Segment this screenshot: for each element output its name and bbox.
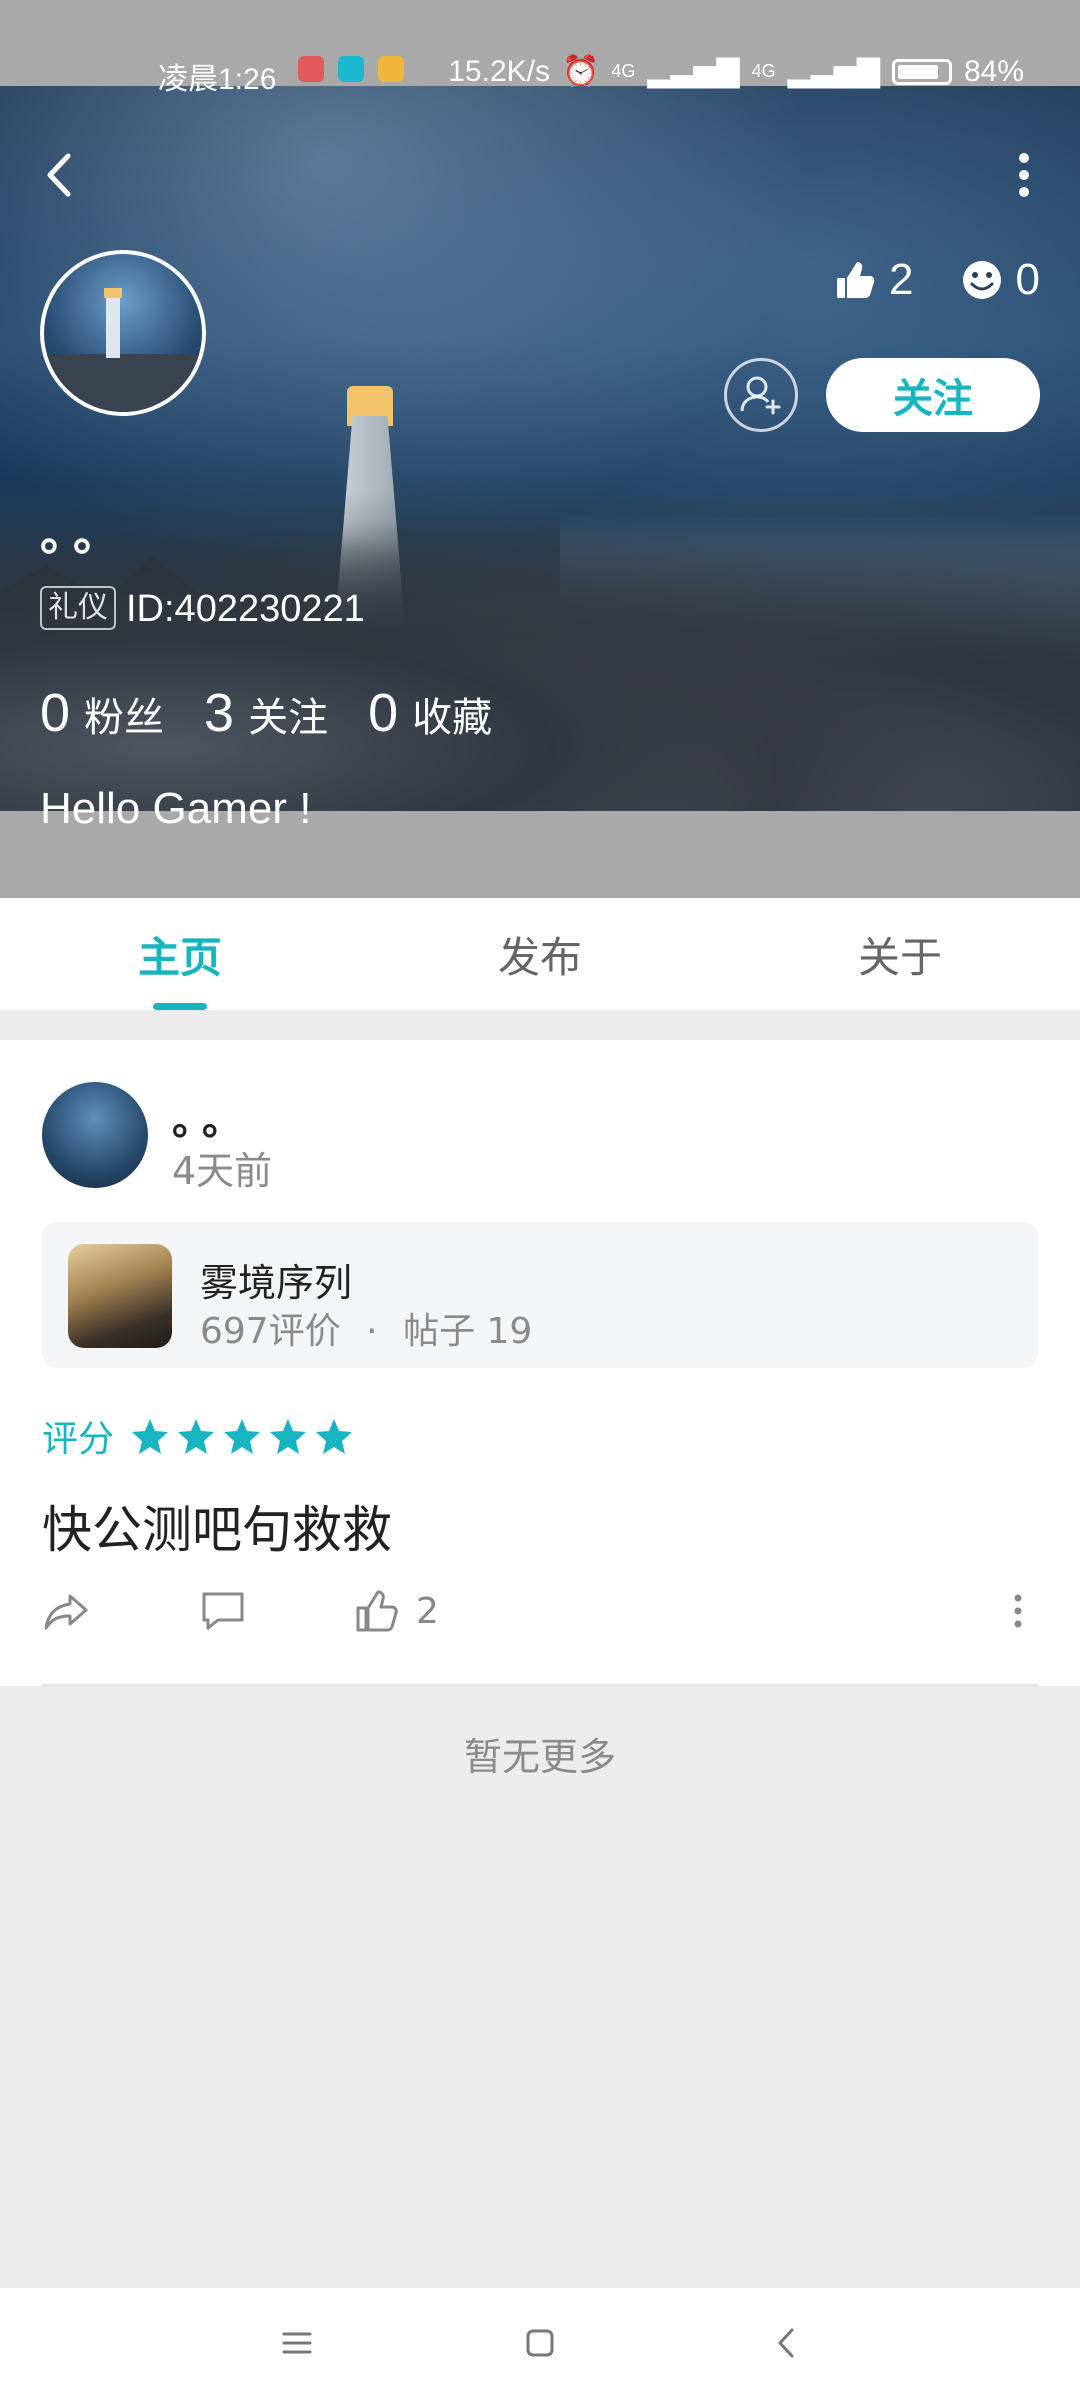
battery-icon xyxy=(891,58,952,85)
game-meta: 697评价 · 帖子 19 xyxy=(200,1302,532,1354)
more-vertical-icon xyxy=(1019,153,1029,197)
like-button[interactable]: 2 xyxy=(352,1586,439,1636)
game-posts: 帖子 19 xyxy=(403,1311,533,1352)
star-icon xyxy=(132,1419,169,1454)
meta-separator: · xyxy=(366,1311,378,1352)
star-icon xyxy=(270,1419,307,1454)
post-time: 4天前 xyxy=(172,1149,273,1193)
system-back-button[interactable] xyxy=(762,2318,812,2368)
star-icon xyxy=(316,1419,353,1454)
followers-stat[interactable]: 0 粉丝 xyxy=(40,682,164,744)
taptap-notification-icon xyxy=(338,56,364,82)
signal-label-b: 4G xyxy=(751,61,776,81)
thumbs-up-icon xyxy=(356,1590,398,1632)
rating-label: 评分 xyxy=(42,1419,115,1460)
back-button[interactable] xyxy=(36,148,86,202)
home-button[interactable] xyxy=(515,2318,565,2368)
signal-label-a: 4G xyxy=(611,61,636,81)
thumbs-up-icon xyxy=(837,262,875,298)
profile-header: 凌晨1:26 15.2K/s ⏰ 4G ▂▃▅▇ 4G ▂▃▅▇ 84% 2 0… xyxy=(0,0,1080,898)
chevron-left-icon xyxy=(778,2328,794,2358)
tab-posts[interactable]: 发布 xyxy=(360,898,720,1010)
user-id: ID:402230221 xyxy=(126,588,365,630)
alarm-icon: ⏰ xyxy=(561,55,600,88)
star-icon xyxy=(178,1419,215,1454)
battery-percent: 84% xyxy=(963,54,1024,88)
signal-icon: ▂▃▅▇ xyxy=(787,55,880,88)
tab-home[interactable]: 主页 xyxy=(0,898,360,1010)
tab-about[interactable]: 关于 xyxy=(720,898,1080,1010)
menu-button[interactable] xyxy=(272,2318,322,2368)
following-stat[interactable]: 3 关注 xyxy=(204,682,328,744)
share-icon xyxy=(44,1594,88,1630)
comment-button[interactable] xyxy=(198,1586,248,1636)
rating: 评分 xyxy=(42,1410,354,1462)
profile-nickname: 。。 xyxy=(40,507,129,561)
post-card[interactable]: 。。 4天前 雾境序列 697评价 · 帖子 19 评分 快公测吧句救救 2 xyxy=(0,1040,1080,1686)
app-notification-icon xyxy=(298,56,324,82)
no-more-label: 暂无更多 xyxy=(463,1735,616,1779)
like-count: 2 xyxy=(416,1590,439,1632)
profile-reactions: 2 0 xyxy=(833,255,1040,305)
status-bar: 凌晨1:26 15.2K/s ⏰ 4G ▂▃▅▇ 4G ▂▃▅▇ 84% xyxy=(0,0,1080,97)
signal-icon: ▂▃▅▇ xyxy=(647,55,740,88)
square-icon xyxy=(526,2329,554,2357)
favorites-stat[interactable]: 0 收藏 xyxy=(368,682,492,744)
share-button[interactable] xyxy=(42,1586,92,1636)
profile-bio: Hello Gamer ! xyxy=(40,784,312,833)
post-text[interactable]: 快公测吧句救救 xyxy=(42,1490,392,1562)
etiquette-badge[interactable]: 礼仪 xyxy=(40,586,116,630)
game-name: 雾境序列 xyxy=(200,1261,353,1305)
profile-avatar[interactable] xyxy=(40,250,206,416)
net-speed: 15.2K/s xyxy=(448,54,550,88)
more-button[interactable] xyxy=(1004,150,1044,200)
game-link[interactable]: 雾境序列 697评价 · 帖子 19 xyxy=(42,1222,1038,1368)
follow-stats: 0 粉丝 3 关注 0 收藏 xyxy=(40,682,492,744)
smiles-count[interactable]: 0 xyxy=(960,255,1040,305)
tab-indicator xyxy=(153,1003,207,1010)
more-vertical-icon xyxy=(1014,1594,1022,1628)
smile-icon xyxy=(962,261,1001,299)
game-icon xyxy=(68,1244,172,1348)
divider xyxy=(42,1684,1038,1686)
follow-button[interactable]: 关注 xyxy=(826,358,1040,432)
avatar[interactable] xyxy=(42,1082,148,1188)
add-user-icon xyxy=(740,376,781,415)
status-indicators: 15.2K/s ⏰ 4G ▂▃▅▇ 4G ▂▃▅▇ 84% xyxy=(448,54,1024,89)
system-nav-bar xyxy=(0,2288,1080,2400)
star-icon xyxy=(224,1419,261,1454)
add-friend-button[interactable] xyxy=(724,358,798,432)
chevron-left-icon xyxy=(47,153,71,197)
menu-icon xyxy=(282,2332,312,2354)
post-author[interactable]: 。。 xyxy=(172,1088,252,1146)
status-time: 凌晨1:26 xyxy=(158,63,277,96)
profile-tabs: 主页 发布 关于 xyxy=(0,898,1080,1010)
likes-count[interactable]: 2 xyxy=(833,255,914,305)
post-actions: 2 xyxy=(42,1586,1038,1656)
status-app-icons xyxy=(298,56,404,82)
game-reviews: 697评价 xyxy=(200,1311,341,1352)
post-more-button[interactable] xyxy=(1008,1586,1028,1636)
comment-icon xyxy=(202,1592,244,1630)
app-notification-icon xyxy=(378,56,404,82)
